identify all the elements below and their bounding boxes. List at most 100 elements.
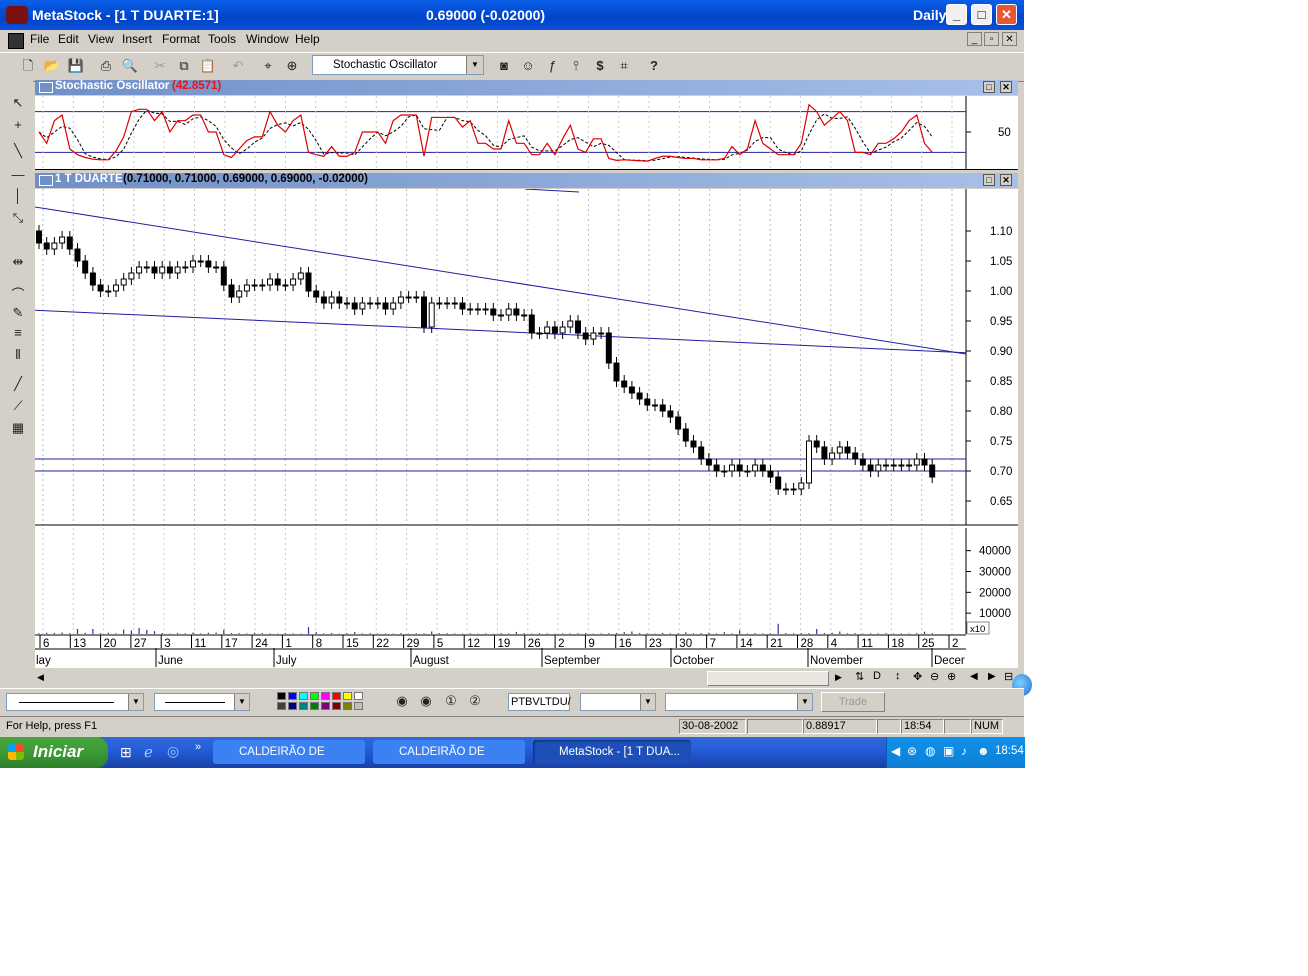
periodicity-icon[interactable]: D bbox=[873, 670, 881, 682]
close-button[interactable]: ✕ bbox=[996, 4, 1017, 25]
globe-tray-icon[interactable]: ◍ bbox=[925, 744, 935, 758]
chart-scrollbar[interactable]: ◀ ▶ ⇅ D ↕ ✥ ⊖ ⊕ ◀ ▶ ⊟ bbox=[35, 670, 1018, 686]
stochastic-panel-header[interactable]: Stochastic Oscillator (42.8571) □ ✕ bbox=[35, 80, 1018, 95]
menu-file[interactable]: File bbox=[30, 32, 49, 46]
task-button[interactable]: CALDEIRÃO DE BOLS... bbox=[213, 740, 365, 782]
chevron-down-icon[interactable]: ▼ bbox=[797, 694, 812, 710]
scroll-left-icon[interactable]: ◀ bbox=[37, 672, 44, 683]
stochastic-plot[interactable]: 50 bbox=[35, 96, 1018, 169]
maximize-button[interactable]: □ bbox=[971, 4, 992, 25]
new-icon[interactable]: 🗋 bbox=[18, 56, 38, 76]
maximize-icon[interactable]: □ bbox=[983, 81, 995, 93]
color-swatch[interactable] bbox=[288, 702, 297, 710]
mascot-icon[interactable]: ☻ bbox=[977, 744, 990, 758]
color-swatch[interactable] bbox=[277, 692, 286, 700]
scroll-thumb[interactable] bbox=[707, 671, 829, 686]
color-swatch[interactable] bbox=[310, 702, 319, 710]
formula-icon[interactable]: ƒ bbox=[542, 56, 562, 76]
menu-window[interactable]: Window bbox=[246, 32, 289, 46]
mdi-close-button[interactable]: ✕ bbox=[1002, 32, 1017, 46]
trade-button[interactable]: Trade bbox=[821, 692, 885, 712]
chevron-down-icon[interactable]: ▼ bbox=[640, 694, 655, 710]
price-volume-plot[interactable]: 1.10 1.05 1.00 0.95 0.90 0.85 0.80 0.75 0.70 0.65… bbox=[35, 189, 1018, 668]
expert-advisor-icon[interactable]: ☺ bbox=[518, 56, 538, 76]
color-swatch[interactable] bbox=[277, 702, 286, 710]
line-weight-select[interactable]: ▼ bbox=[154, 693, 250, 711]
indicator-select[interactable]: Stochastic Oscillator ▼ bbox=[312, 55, 484, 75]
mdi-minimize-button[interactable]: _ bbox=[967, 32, 982, 46]
line-style-select[interactable]: ▼ bbox=[6, 693, 144, 711]
price-panel-header[interactable]: 1 T DUARTE (0.71000, 0.71000, 0.69000, 0… bbox=[35, 173, 1018, 188]
document-icon[interactable] bbox=[8, 33, 24, 49]
minimize-button[interactable]: _ bbox=[946, 4, 967, 25]
one-icon[interactable]: ① bbox=[441, 691, 461, 711]
start-button[interactable]: Iniciar bbox=[0, 737, 108, 768]
grid-icon[interactable]: ▦ bbox=[8, 420, 28, 438]
explorer-icon[interactable]: ⌗ bbox=[614, 56, 634, 76]
desktop-icon[interactable]: ⊞ bbox=[120, 744, 132, 761]
time-zones-icon[interactable]: ⦀ bbox=[8, 347, 28, 365]
color-swatch[interactable] bbox=[321, 702, 330, 710]
color-swatch[interactable] bbox=[343, 702, 352, 710]
ie-icon[interactable]: ℯ bbox=[144, 743, 153, 761]
scroll-right-icon[interactable]: ▶ bbox=[835, 672, 842, 683]
cut-icon[interactable]: ✂ bbox=[150, 56, 170, 76]
browser-icon[interactable]: ◎ bbox=[167, 743, 179, 760]
color-swatch[interactable] bbox=[354, 702, 363, 710]
menu-insert[interactable]: Insert bbox=[122, 32, 152, 46]
crosshair-tool-icon[interactable]: + bbox=[8, 117, 28, 135]
color-swatch[interactable] bbox=[299, 702, 308, 710]
color-swatch[interactable] bbox=[321, 692, 330, 700]
color-swatch[interactable] bbox=[310, 692, 319, 700]
pan-icon[interactable]: ✥ bbox=[913, 670, 922, 683]
text-tool-icon[interactable]: ⤡ bbox=[8, 210, 28, 228]
color-swatch[interactable] bbox=[343, 692, 352, 700]
task-button-active[interactable]: MetaStock - [1 T DUA... bbox=[533, 740, 691, 764]
chevron-down-icon[interactable]: ▼ bbox=[128, 694, 143, 710]
menu-tools[interactable]: Tools bbox=[208, 32, 236, 46]
zoom-icon[interactable]: ⊕ bbox=[282, 56, 302, 76]
undo-icon[interactable]: ↶ bbox=[228, 56, 248, 76]
chart-icon[interactable]: ◉ bbox=[416, 691, 436, 711]
forward-icon[interactable]: ▶ bbox=[988, 671, 996, 682]
exchange-select[interactable]: ▼ bbox=[580, 693, 656, 711]
zoom-in-icon[interactable]: ⊕ bbox=[947, 670, 956, 683]
chevron-icon[interactable]: » bbox=[195, 741, 201, 753]
color-swatch[interactable] bbox=[354, 692, 363, 700]
close-icon[interactable]: ✕ bbox=[1000, 174, 1012, 186]
back-icon[interactable]: ◀ bbox=[970, 671, 978, 682]
horizontal-line-icon[interactable]: — bbox=[8, 167, 28, 185]
color-swatch[interactable] bbox=[332, 702, 341, 710]
system-tester-icon[interactable]: ⫯ bbox=[566, 56, 586, 76]
chevron-down-icon[interactable]: ▼ bbox=[234, 694, 249, 710]
close-icon[interactable]: ✕ bbox=[1000, 81, 1012, 93]
monitor-icon[interactable]: ▣ bbox=[943, 744, 954, 758]
price-chart[interactable]: 1.10 1.05 1.00 0.95 0.90 0.85 0.80 0.75 0.70 0.65… bbox=[35, 189, 1018, 668]
menu-format[interactable]: Format bbox=[162, 32, 200, 46]
menu-edit[interactable]: Edit bbox=[58, 32, 79, 46]
move-icon[interactable]: ↕ bbox=[895, 670, 901, 682]
security-select[interactable]: ▼ bbox=[665, 693, 813, 711]
pointer-icon[interactable]: ↖ bbox=[8, 95, 28, 113]
stochastic-chart[interactable]: 50 bbox=[35, 96, 1018, 170]
print-icon[interactable]: ⎙ bbox=[96, 56, 116, 76]
trendline-icon[interactable]: ╲ bbox=[8, 143, 28, 161]
speed-line-icon[interactable]: ╱ bbox=[8, 376, 28, 394]
indicator-builder-icon[interactable]: ◙ bbox=[494, 56, 514, 76]
fibonacci-icon[interactable]: ≡ bbox=[8, 325, 28, 343]
speaker-icon[interactable]: ♪ bbox=[961, 744, 967, 758]
arc-icon[interactable]: ⌒ bbox=[8, 284, 28, 302]
print-preview-icon[interactable]: 🔍 bbox=[120, 56, 140, 76]
color-swatch[interactable] bbox=[288, 692, 297, 700]
pencil-icon[interactable]: ✎ bbox=[8, 305, 28, 323]
color-swatch[interactable] bbox=[332, 692, 341, 700]
save-icon[interactable]: 💾 bbox=[66, 56, 86, 76]
color-swatch[interactable] bbox=[299, 692, 308, 700]
vertical-line-icon[interactable]: │ bbox=[8, 188, 28, 206]
symbol-field[interactable]: PTBVLTDU/ bbox=[508, 693, 571, 711]
menu-help[interactable]: Help bbox=[295, 32, 320, 46]
dollar-icon[interactable]: $ bbox=[590, 56, 610, 76]
crosshair-icon[interactable]: ⌖ bbox=[258, 56, 278, 76]
refresh-icon[interactable]: ⇅ bbox=[855, 670, 864, 683]
copy-icon[interactable]: ⧉ bbox=[174, 56, 194, 76]
